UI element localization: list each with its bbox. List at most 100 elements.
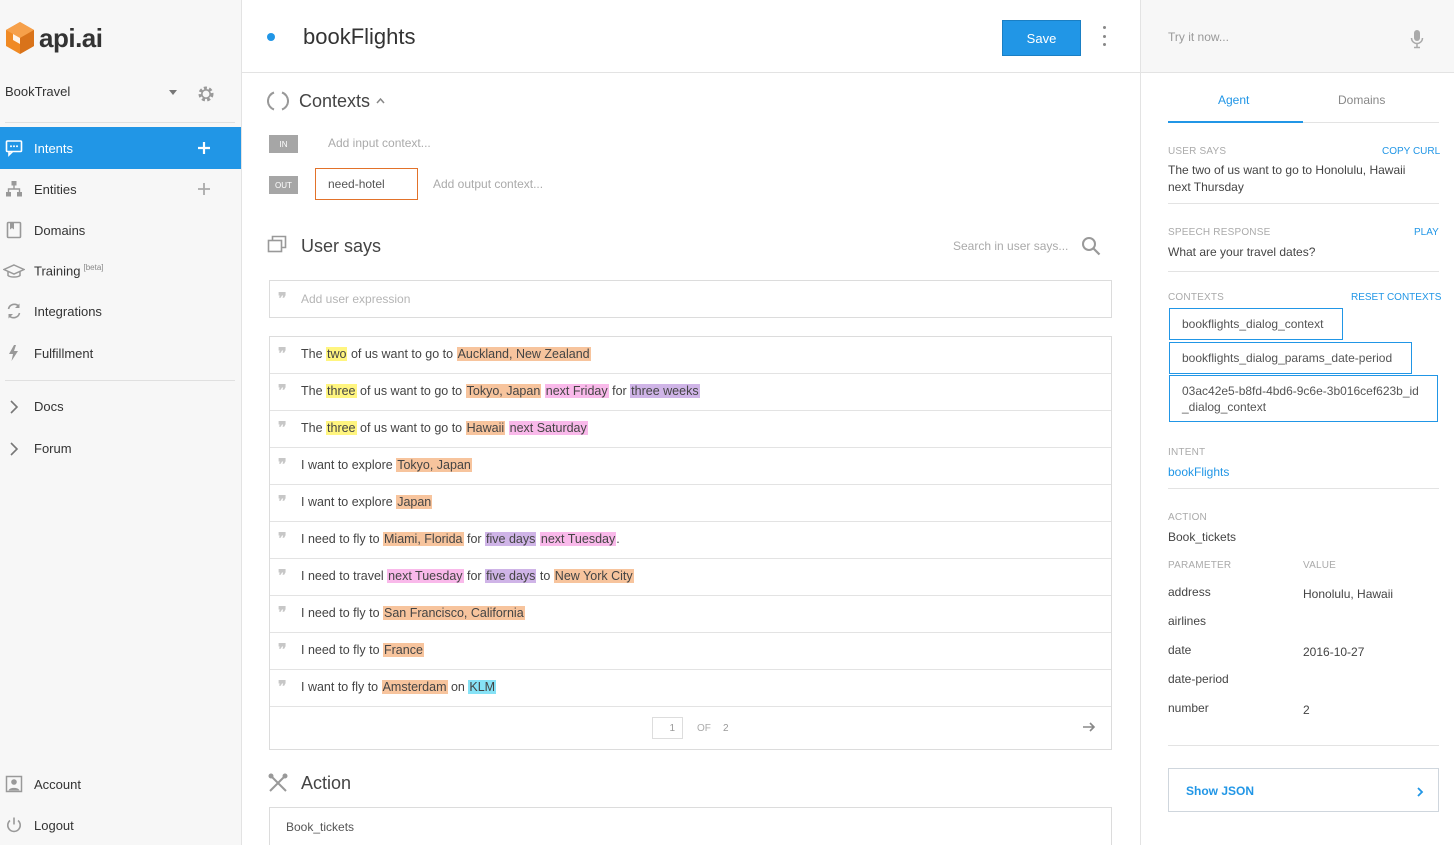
context-chip[interactable]: bookflights_dialog_params_date-period bbox=[1169, 342, 1412, 374]
entity-annotation[interactable]: three bbox=[326, 421, 357, 435]
more-options-icon[interactable] bbox=[1100, 26, 1108, 46]
copy-curl-link[interactable]: COPY CURL bbox=[1382, 146, 1440, 157]
console-tabs: Agent Domains bbox=[1168, 83, 1439, 123]
play-link[interactable]: PLAY bbox=[1414, 227, 1439, 238]
quote-icon: ❞ bbox=[278, 603, 287, 622]
save-button[interactable]: Save bbox=[1002, 20, 1081, 56]
entity-annotation[interactable]: New York City bbox=[553, 569, 634, 583]
sidebar-item-intents[interactable]: Intents bbox=[0, 127, 241, 169]
sidebar-item-domains[interactable]: Domains bbox=[0, 209, 241, 251]
example-rows: ❞ The two of us want to go to Auckland, N… bbox=[270, 337, 1111, 707]
sidebar-divider bbox=[5, 380, 235, 381]
sidebar-item-entities[interactable]: Entities bbox=[0, 168, 241, 210]
entity-annotation[interactable]: next Tuesday bbox=[539, 532, 617, 546]
search-icon[interactable] bbox=[1081, 236, 1101, 256]
try-it-input[interactable]: Try it now... bbox=[1168, 30, 1229, 44]
entity-annotation[interactable]: San Francisco, California bbox=[383, 606, 525, 620]
context-chip[interactable]: 03ac42e5-b8fd-4bd6-9c6e-3b016cef623b_id_… bbox=[1169, 375, 1438, 422]
user-says-search[interactable]: Search in user says... bbox=[953, 236, 1103, 258]
example-text[interactable]: I want to fly to Amsterdam on KLM bbox=[301, 680, 497, 694]
example-plain-text: . bbox=[616, 532, 620, 546]
sidebar-item-logout[interactable]: Logout bbox=[0, 804, 241, 845]
speech-response-value: What are your travel dates? bbox=[1168, 245, 1316, 259]
entity-annotation[interactable]: five days bbox=[485, 532, 537, 546]
add-entity-plus-icon[interactable] bbox=[196, 181, 212, 197]
sidebar-item-forum[interactable]: Forum bbox=[0, 427, 241, 469]
sidebar-item-fulfillment[interactable]: Fulfillment bbox=[0, 332, 241, 374]
example-plain-text: The bbox=[301, 384, 327, 398]
entity-annotation[interactable]: next Friday bbox=[544, 384, 609, 398]
example-plain-text: of us want to go to bbox=[347, 347, 457, 361]
divider bbox=[1168, 203, 1439, 204]
quote-icon: ❞ bbox=[278, 289, 287, 308]
output-context-chip[interactable]: need-hotel bbox=[315, 168, 418, 200]
entity-annotation[interactable]: KLM bbox=[468, 680, 497, 694]
reset-contexts-link[interactable]: RESET CONTEXTS bbox=[1351, 292, 1441, 303]
example-row[interactable]: ❞ I want to explore Japan bbox=[270, 485, 1111, 522]
example-row[interactable]: ❞ I need to fly to Miami, Florida for fiv… bbox=[270, 522, 1111, 559]
example-text[interactable]: I want to explore Japan bbox=[301, 495, 433, 509]
next-page-arrow-icon[interactable] bbox=[1081, 719, 1097, 735]
intent-link[interactable]: bookFlights bbox=[1168, 465, 1229, 479]
example-row[interactable]: ❞ I need to travel next Tuesday for five … bbox=[270, 559, 1111, 596]
page-number-input[interactable]: 1 bbox=[652, 717, 683, 739]
contexts-title[interactable]: Contexts bbox=[299, 91, 370, 112]
example-row[interactable]: ❞ I want to fly to Amsterdam on KLM bbox=[270, 670, 1111, 707]
tab-domains[interactable]: Domains bbox=[1338, 93, 1385, 107]
hierarchy-icon bbox=[6, 181, 22, 197]
example-row[interactable]: ❞ The three of us want to go to Tokyo, Ja… bbox=[270, 374, 1111, 411]
entity-annotation[interactable]: France bbox=[383, 643, 424, 657]
entity-annotation[interactable]: Tokyo, Japan bbox=[396, 458, 472, 472]
cube-logo-icon bbox=[6, 22, 34, 54]
entity-annotation[interactable]: five days bbox=[485, 569, 537, 583]
input-context-field[interactable]: Add input context... bbox=[328, 136, 431, 150]
show-json-button[interactable]: Show JSON bbox=[1168, 768, 1439, 812]
add-intent-plus-icon[interactable] bbox=[196, 140, 212, 156]
example-text[interactable]: The two of us want to go to Auckland, Ne… bbox=[301, 347, 591, 361]
example-row[interactable]: ❞ I want to explore Tokyo, Japan bbox=[270, 448, 1111, 485]
example-row[interactable]: ❞ I need to fly to France bbox=[270, 633, 1111, 670]
entity-annotation[interactable]: Miami, Florida bbox=[383, 532, 464, 546]
sidebar-item-label: Account bbox=[34, 776, 81, 792]
entity-annotation[interactable]: Auckland, New Zealand bbox=[456, 347, 591, 361]
example-plain-text: The bbox=[301, 347, 327, 361]
action-name-field[interactable]: Book_tickets bbox=[269, 807, 1112, 845]
chevron-up-icon[interactable] bbox=[376, 97, 385, 104]
add-user-expression[interactable]: ❞ Add user expression bbox=[269, 280, 1112, 318]
contexts-label: CONTEXTS bbox=[1168, 292, 1225, 303]
example-text[interactable]: I need to fly to France bbox=[301, 643, 424, 657]
example-text[interactable]: I need to travel next Tuesday for five d… bbox=[301, 569, 634, 583]
entity-annotation[interactable]: Hawaii bbox=[465, 421, 506, 435]
entity-annotation[interactable]: three weeks bbox=[630, 384, 700, 398]
sidebar-item-account[interactable]: Account bbox=[0, 763, 241, 805]
quote-icon: ❞ bbox=[278, 418, 287, 437]
example-text[interactable]: I need to fly to Miami, Florida for five… bbox=[301, 532, 620, 546]
output-context-field[interactable]: Add output context... bbox=[433, 177, 543, 191]
intent-title[interactable]: bookFlights bbox=[303, 24, 416, 50]
context-chip[interactable]: bookflights_dialog_context bbox=[1169, 308, 1343, 340]
sidebar-item-docs[interactable]: Docs bbox=[0, 385, 241, 427]
user-says-label: USER SAYS bbox=[1168, 146, 1227, 157]
entity-annotation[interactable]: Japan bbox=[396, 495, 433, 509]
entity-annotation[interactable]: Tokyo, Japan bbox=[465, 384, 542, 398]
speech-response-label: SPEECH RESPONSE bbox=[1168, 227, 1271, 238]
entity-annotation[interactable]: Amsterdam bbox=[381, 680, 448, 694]
example-row[interactable]: ❞ The three of us want to go to Hawaii ne… bbox=[270, 411, 1111, 448]
example-text[interactable]: The three of us want to go to Tokyo, Jap… bbox=[301, 384, 700, 398]
sidebar-item-training[interactable]: Training [beta] bbox=[0, 250, 241, 292]
entity-annotation[interactable]: next Tuesday bbox=[387, 569, 464, 583]
example-row[interactable]: ❞ I need to fly to San Francisco, Califor… bbox=[270, 596, 1111, 633]
tab-agent[interactable]: Agent bbox=[1218, 93, 1249, 107]
logo[interactable]: api.ai bbox=[5, 18, 103, 58]
microphone-icon[interactable] bbox=[1409, 28, 1425, 50]
gear-icon[interactable] bbox=[196, 84, 216, 104]
example-text[interactable]: I want to explore Tokyo, Japan bbox=[301, 458, 472, 472]
entity-annotation[interactable]: next Saturday bbox=[508, 421, 588, 435]
sidebar-item-integrations[interactable]: Integrations bbox=[0, 290, 241, 332]
example-text[interactable]: I need to fly to San Francisco, Californ… bbox=[301, 606, 525, 620]
entity-annotation[interactable]: three bbox=[326, 384, 357, 398]
search-input[interactable]: Search in user says... bbox=[953, 239, 1068, 253]
entity-annotation[interactable]: two bbox=[326, 347, 348, 361]
example-text[interactable]: The three of us want to go to Hawaii nex… bbox=[301, 421, 588, 435]
example-row[interactable]: ❞ The two of us want to go to Auckland, N… bbox=[270, 337, 1111, 374]
